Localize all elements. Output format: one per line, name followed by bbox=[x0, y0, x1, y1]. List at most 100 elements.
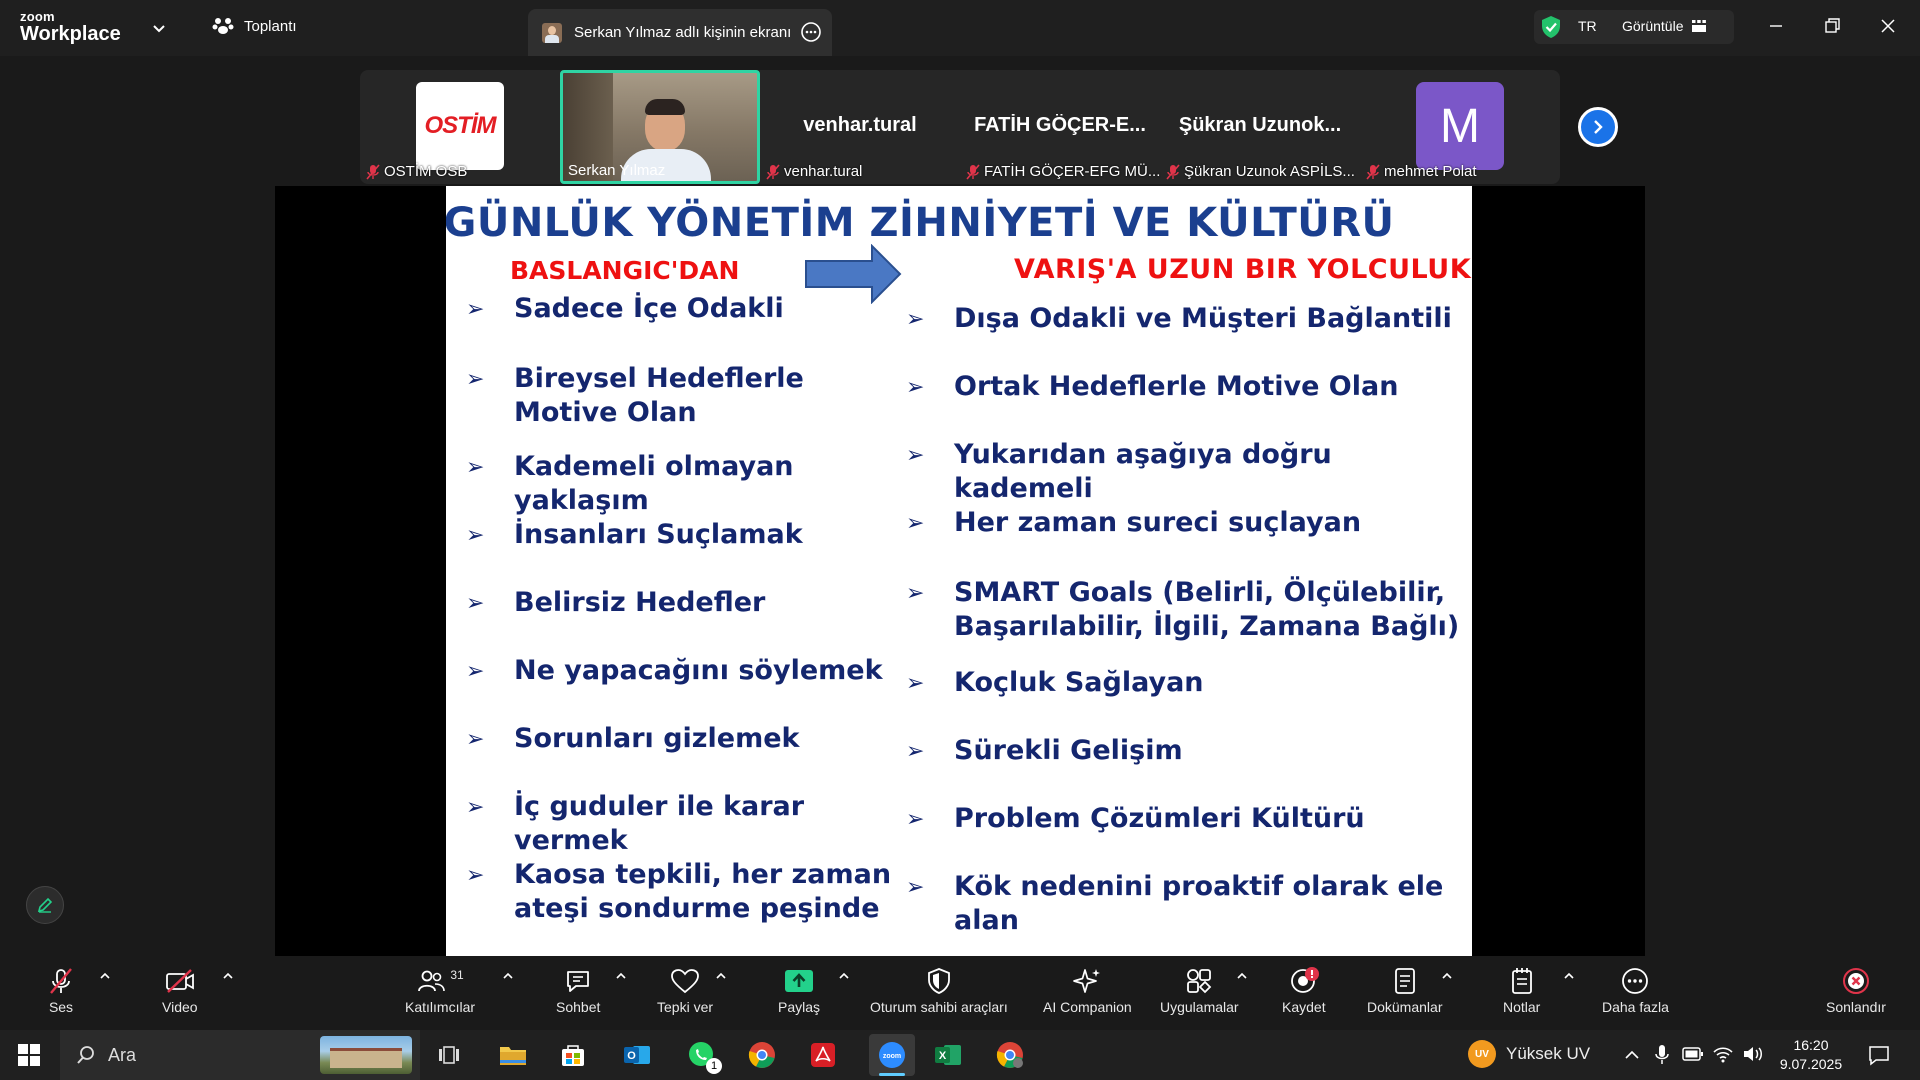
chevron-up-icon[interactable] bbox=[838, 970, 850, 982]
chevron-up-icon[interactable] bbox=[502, 970, 514, 982]
presentation-slide: GÜNLÜK YÖNETİM ZİHNİYETİ VE KÜLTÜRÜ BASL… bbox=[446, 186, 1472, 956]
slide-list-item: ➢ Kök nedenini proaktif olarak ele alan bbox=[906, 870, 1466, 938]
record-icon bbox=[1290, 967, 1319, 993]
slide-list-item-text: Sürekli Gelişim bbox=[954, 735, 1183, 766]
video-button[interactable]: Video bbox=[162, 966, 198, 1015]
slide-list-item: ➢ Sadece İçe Odakli bbox=[466, 292, 896, 327]
apps-button[interactable]: Uygulamalar bbox=[1160, 966, 1239, 1015]
bullet-arrow-icon: ➢ bbox=[906, 375, 925, 400]
mic-muted-icon bbox=[966, 163, 980, 180]
share-screen-button[interactable]: Paylaş bbox=[778, 966, 820, 1015]
more-button[interactable]: Daha fazla bbox=[1602, 966, 1669, 1015]
participant-display-name: Şükran Uzunok... bbox=[1178, 114, 1342, 136]
excel-icon[interactable]: X bbox=[931, 1038, 965, 1072]
participant-name: OSTİM OSB bbox=[384, 163, 468, 180]
chevron-up-icon[interactable] bbox=[615, 970, 627, 982]
slide-list-item: ➢ SMART Goals (Belirli, Ölçülebilir, Başa… bbox=[906, 576, 1466, 644]
participant-display-name: FATİH GÖÇER-E... bbox=[974, 114, 1146, 136]
slide-list-item: ➢ Belirsiz Hedefler bbox=[466, 586, 896, 621]
more-options-icon[interactable] bbox=[800, 21, 822, 43]
weather-label: Yüksek UV bbox=[1506, 1044, 1591, 1063]
notes-button[interactable]: Notlar bbox=[1503, 966, 1540, 1015]
video-off-icon bbox=[165, 969, 194, 993]
windows-start-icon[interactable] bbox=[12, 1038, 46, 1072]
outlook-icon[interactable]: O bbox=[620, 1038, 654, 1072]
participant-tile[interactable]: FATİH GÖÇER-E... FATİH GÖÇER-EFG MÜ... bbox=[960, 70, 1160, 184]
apps-icon bbox=[1187, 969, 1212, 994]
slide-list-item-text: SMART Goals (Belirli, Ölçülebilir, Başar… bbox=[954, 577, 1460, 642]
title-bar: zoom Workplace Toplantı Serkan Yılmaz ad… bbox=[0, 0, 1920, 56]
meeting-tab[interactable]: Toplantı bbox=[212, 16, 297, 36]
microphone-icon[interactable] bbox=[1654, 1044, 1670, 1066]
battery-icon[interactable] bbox=[1682, 1046, 1704, 1062]
whatsapp-icon[interactable]: 1 bbox=[684, 1038, 722, 1074]
sparkle-icon bbox=[1073, 969, 1101, 993]
acrobat-icon[interactable] bbox=[806, 1038, 840, 1072]
record-button[interactable]: Kaydet bbox=[1282, 966, 1326, 1015]
search-placeholder: Ara bbox=[108, 1044, 137, 1065]
minimize-icon[interactable] bbox=[1766, 16, 1786, 36]
share-screen-icon bbox=[785, 970, 814, 992]
chevron-up-icon[interactable] bbox=[1563, 970, 1575, 982]
participant-name: mehmet Polat bbox=[1384, 163, 1477, 180]
participant-tile[interactable]: Şükran Uzunok... Şükran Uzunok ASPİLS... bbox=[1160, 70, 1360, 184]
chat-button[interactable]: Sohbet bbox=[556, 966, 600, 1015]
screen-share-tab-label: Serkan Yılmaz adlı kişinin ekranı bbox=[574, 24, 792, 41]
end-meeting-button[interactable]: Sonlandır bbox=[1826, 966, 1886, 1015]
wifi-icon[interactable] bbox=[1712, 1044, 1734, 1064]
bullet-arrow-icon: ➢ bbox=[466, 863, 485, 888]
language-indicator[interactable]: TR bbox=[1578, 18, 1597, 34]
participant-tile[interactable]: venhar.tural venhar.tural bbox=[760, 70, 960, 184]
chevron-up-icon[interactable] bbox=[1624, 1048, 1640, 1062]
chevron-up-icon[interactable] bbox=[1441, 970, 1453, 982]
next-page-button[interactable] bbox=[1578, 107, 1618, 147]
notification-icon[interactable] bbox=[1868, 1044, 1890, 1066]
bullet-arrow-icon: ➢ bbox=[906, 875, 925, 900]
annotate-button[interactable] bbox=[26, 886, 64, 924]
mic-muted-icon bbox=[366, 163, 380, 180]
encryption-shield-icon[interactable] bbox=[1540, 15, 1562, 39]
participant-name: Şükran Uzunok ASPİLS... bbox=[1184, 163, 1355, 180]
file-explorer-icon[interactable] bbox=[496, 1038, 530, 1072]
chevron-up-icon[interactable] bbox=[222, 970, 234, 982]
restore-icon[interactable] bbox=[1822, 16, 1842, 36]
system-clock[interactable]: 16:20 9.07.2025 bbox=[1772, 1036, 1850, 1074]
reactions-button[interactable]: Tepki ver bbox=[657, 966, 713, 1015]
close-icon[interactable] bbox=[1878, 16, 1898, 36]
ai-companion-button[interactable]: AI Companion bbox=[1043, 966, 1132, 1015]
participants-count: 31 bbox=[450, 968, 464, 982]
chevron-down-icon[interactable] bbox=[152, 21, 166, 35]
participant-video-tile[interactable]: Serkan Yılmaz bbox=[560, 70, 760, 184]
chrome-icon[interactable] bbox=[745, 1038, 779, 1072]
pen-icon bbox=[37, 897, 53, 913]
audio-button[interactable]: Ses bbox=[46, 966, 76, 1015]
microsoft-store-icon[interactable] bbox=[556, 1038, 590, 1072]
host-tools-button[interactable]: Oturum sahibi araçları bbox=[870, 966, 1008, 1015]
svg-text:O: O bbox=[627, 1050, 636, 1062]
task-view-icon[interactable] bbox=[432, 1038, 466, 1072]
view-button-label: Görüntüle bbox=[1622, 18, 1684, 34]
chevron-up-icon[interactable] bbox=[1236, 970, 1248, 982]
screen-share-tab[interactable]: Serkan Yılmaz adlı kişinin ekranı bbox=[528, 9, 832, 56]
taskbar-search[interactable]: Ara bbox=[60, 1030, 420, 1080]
slide-list-item: ➢ Yukarıdan aşağıya doğru kademeli bbox=[906, 438, 1466, 506]
chevron-up-icon[interactable] bbox=[715, 970, 727, 982]
weather-widget[interactable]: UV Yüksek UV bbox=[1468, 1040, 1590, 1068]
documents-button[interactable]: Dokümanlar bbox=[1367, 966, 1442, 1015]
document-icon bbox=[1394, 968, 1415, 994]
participant-tile[interactable]: M mehmet Polat bbox=[1360, 70, 1560, 184]
slide-list-item-text: Bireysel Hedeflerle Motive Olan bbox=[514, 363, 804, 428]
participant-name: Serkan Yılmaz bbox=[568, 162, 666, 179]
view-button[interactable]: Görüntüle bbox=[1622, 18, 1707, 34]
participants-button[interactable]: 31 Katılımcılar bbox=[405, 966, 475, 1015]
participant-name: FATİH GÖÇER-EFG MÜ... bbox=[984, 163, 1161, 180]
chevron-up-icon[interactable] bbox=[99, 970, 111, 982]
bullet-arrow-icon: ➢ bbox=[466, 659, 485, 684]
participant-tile[interactable]: OSTİM OSTİM OSB bbox=[360, 70, 560, 184]
chrome-profile-icon[interactable] bbox=[993, 1038, 1027, 1072]
mic-muted-icon bbox=[1366, 163, 1380, 180]
bullet-arrow-icon: ➢ bbox=[466, 727, 485, 752]
slide-list-item: ➢ Ne yapacağını söylemek bbox=[466, 654, 896, 689]
zoom-app-icon[interactable]: zoom bbox=[869, 1034, 915, 1076]
volume-icon[interactable] bbox=[1742, 1045, 1764, 1063]
